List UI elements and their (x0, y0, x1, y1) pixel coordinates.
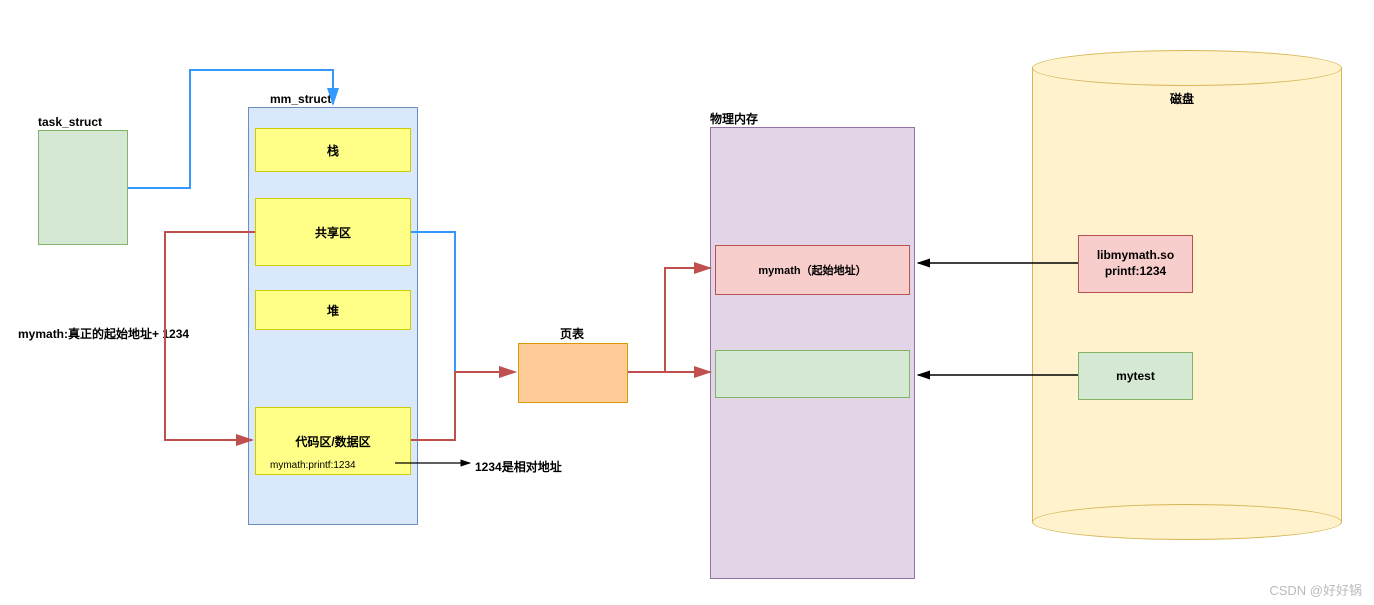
lib-line1: libmymath.so (1097, 248, 1174, 264)
phys-mytest-block (715, 350, 910, 398)
phys-mymath-text: mymath（起始地址） (758, 262, 866, 278)
mm-segment-heap: 堆 (255, 290, 411, 330)
mymath-printf-text: mymath:printf:1234 (270, 460, 356, 471)
page-table-label: 页表 (560, 325, 584, 342)
relative-addr-note: 1234是相对地址 (475, 458, 562, 475)
mytest-text: mytest (1116, 369, 1155, 383)
arrow-shared-to-pagetable (411, 232, 515, 372)
heap-text: 堆 (327, 302, 339, 319)
disk-title: 磁盘 (1170, 90, 1194, 107)
arrow-pagetable-to-mymath (628, 268, 710, 372)
stack-text: 栈 (327, 142, 339, 159)
page-table-box (518, 343, 628, 403)
disk-mytest-box: mytest (1078, 352, 1193, 400)
mymath-real-addr-note: mymath:真正的起始地址+ 1234 (18, 325, 189, 342)
task-struct-label: task_struct (38, 115, 102, 129)
arrow-code-to-pagetable (411, 372, 515, 440)
lib-line2: printf:1234 (1105, 264, 1166, 280)
mm-segment-shared: 共享区 (255, 198, 411, 266)
phys-mymath-block: mymath（起始地址） (715, 245, 910, 295)
mm-struct-label: mm_struct (270, 92, 331, 106)
mm-segment-stack: 栈 (255, 128, 411, 172)
shared-text: 共享区 (315, 224, 351, 241)
disk-lib-box: libmymath.so printf:1234 (1078, 235, 1193, 293)
phys-mem-title: 物理内存 (710, 110, 758, 127)
watermark: CSDN @好好锅 (1269, 580, 1362, 599)
disk-cylinder (1032, 50, 1342, 540)
task-struct-box (38, 130, 128, 245)
code-data-text: 代码区/数据区 (295, 433, 370, 450)
